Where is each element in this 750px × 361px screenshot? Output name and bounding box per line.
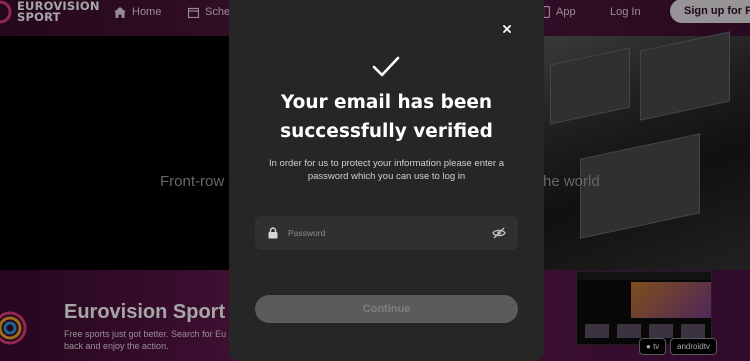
modal-title-line-2: successfully verified xyxy=(280,121,493,142)
eye-off-icon[interactable] xyxy=(492,227,506,239)
lock-icon xyxy=(268,227,278,239)
modal-description: In order for us to protect your informat… xyxy=(269,158,504,182)
checkmark-icon xyxy=(372,56,400,77)
close-button[interactable] xyxy=(500,22,514,36)
password-field[interactable] xyxy=(255,216,518,250)
password-input[interactable] xyxy=(288,224,488,242)
close-icon xyxy=(503,25,511,33)
modal-title: Your email has been successfully verifie… xyxy=(229,88,544,146)
modal-title-line-1: Your email has been xyxy=(280,92,493,113)
email-verified-modal: Your email has been successfully verifie… xyxy=(229,0,544,361)
continue-button[interactable]: Continue xyxy=(255,295,518,323)
